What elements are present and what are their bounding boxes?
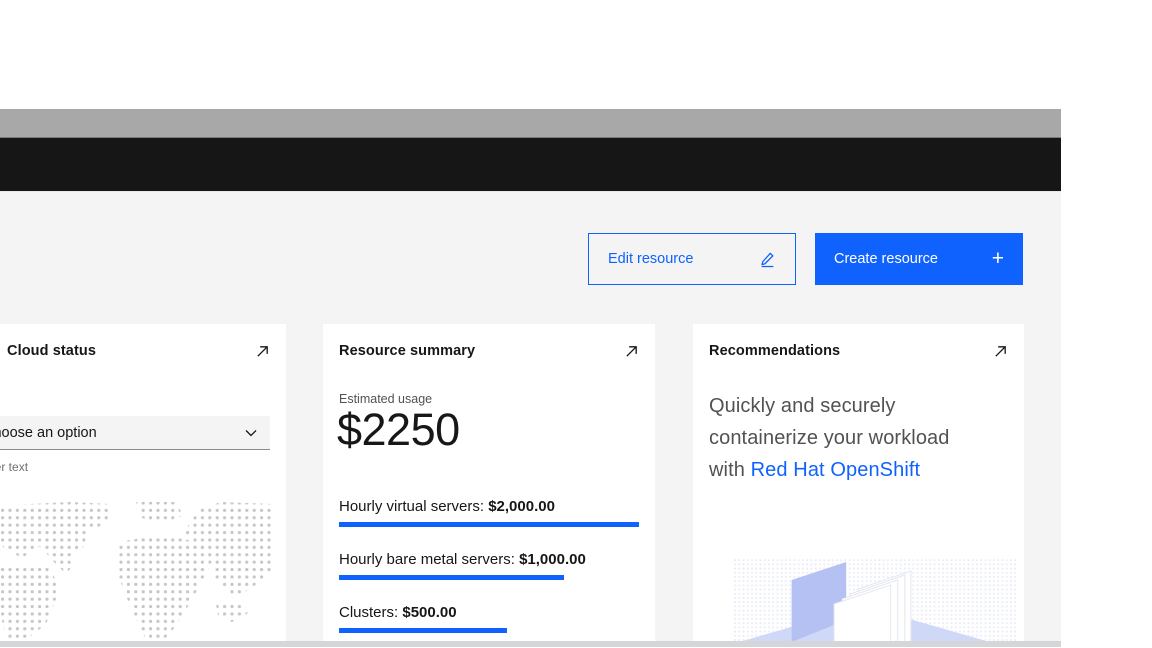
edit-resource-label: Edit resource bbox=[608, 251, 693, 267]
edit-resource-button[interactable]: Edit resource bbox=[588, 233, 796, 285]
cloud-status-card: Cloud status Label Choose an option Help… bbox=[0, 324, 286, 642]
openshift-illustration bbox=[733, 554, 1016, 642]
usage-progress-bar bbox=[339, 575, 639, 580]
recommendation-text: Quickly and securely containerize your w… bbox=[709, 390, 959, 486]
cloud-status-title: Cloud status bbox=[7, 343, 96, 359]
usage-row: Hourly bare metal servers: $1,000.00 bbox=[339, 551, 639, 580]
usage-progress-bar bbox=[339, 522, 639, 527]
usage-row-value: $1,000.00 bbox=[519, 551, 586, 568]
window-titlebar[interactable] bbox=[0, 109, 1061, 138]
dropdown-helper-text: Helper text bbox=[0, 460, 28, 474]
launch-icon[interactable] bbox=[993, 344, 1008, 359]
usage-breakdown-list: Hourly virtual servers: $2,000.00 Hourly… bbox=[339, 498, 639, 647]
dotted-world-map bbox=[0, 500, 272, 640]
usage-row-value: $500.00 bbox=[402, 604, 456, 621]
region-dropdown-value: Choose an option bbox=[0, 425, 97, 441]
usage-row-label: Hourly virtual servers: bbox=[339, 498, 488, 515]
usage-row: Hourly virtual servers: $2,000.00 bbox=[339, 498, 639, 527]
usage-row-value: $2,000.00 bbox=[488, 498, 555, 515]
resource-summary-title: Resource summary bbox=[339, 343, 475, 359]
usage-row-label: Clusters: bbox=[339, 604, 402, 621]
page: Edit resource Create resource + Cloud st… bbox=[0, 0, 1152, 648]
app-header bbox=[0, 138, 1061, 191]
recommendations-header: Recommendations bbox=[709, 343, 1008, 359]
openshift-link[interactable]: Red Hat OpenShift bbox=[751, 459, 921, 481]
usage-row: Clusters: $500.00 bbox=[339, 604, 639, 633]
cloud-status-header: Cloud status bbox=[7, 343, 270, 359]
chevron-down-icon bbox=[245, 429, 257, 437]
recommendations-title: Recommendations bbox=[709, 343, 840, 359]
launch-icon[interactable] bbox=[255, 344, 270, 359]
usage-row-label: Hourly bare metal servers: bbox=[339, 551, 519, 568]
usage-progress-bar bbox=[339, 628, 639, 633]
pencil-icon bbox=[759, 251, 776, 268]
resource-summary-card: Resource summary Estimated usage $2250 H… bbox=[323, 324, 655, 642]
launch-icon[interactable] bbox=[624, 344, 639, 359]
app-window: Edit resource Create resource + Cloud st… bbox=[0, 109, 1061, 648]
resource-summary-header: Resource summary bbox=[339, 343, 639, 359]
region-dropdown[interactable]: Choose an option bbox=[0, 416, 270, 450]
window-bottom-edge bbox=[0, 641, 1061, 647]
plus-icon: + bbox=[992, 248, 1004, 269]
create-resource-button[interactable]: Create resource + bbox=[815, 233, 1023, 285]
create-resource-label: Create resource bbox=[834, 251, 938, 267]
recommendations-card: Recommendations Quickly and securely con… bbox=[693, 324, 1024, 642]
estimated-usage-value: $2250 bbox=[337, 404, 460, 456]
dashboard-content: Edit resource Create resource + Cloud st… bbox=[0, 191, 1061, 647]
